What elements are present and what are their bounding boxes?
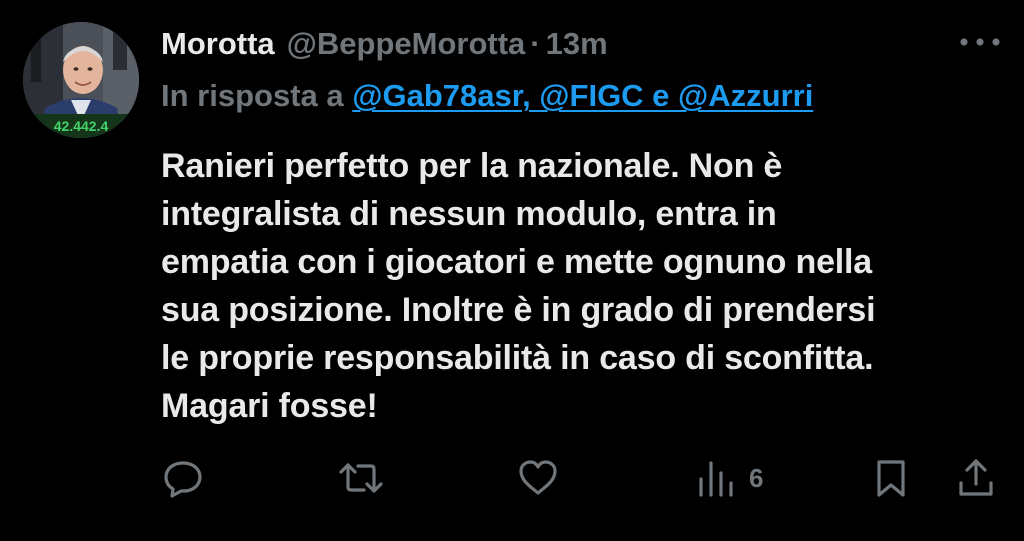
reply-context: In risposta a @Gab78asr, @FIGC e @Azzurr…	[161, 76, 813, 116]
more-dots-icon	[960, 38, 1000, 46]
avatar-caption: 42.442.4	[53, 118, 109, 134]
reply-mentions-link[interactable]: @Gab78asr, @FIGC e @Azzurri	[352, 78, 813, 113]
bookmark-button[interactable]	[873, 452, 909, 504]
tweet-header: Morotta @BeppeMorotta · 13m	[161, 22, 608, 66]
share-button[interactable]	[955, 452, 997, 504]
analytics-icon	[699, 461, 733, 497]
tweet: 42.442.4 Morotta @BeppeMorotta · 13m In …	[0, 0, 1024, 541]
timestamp[interactable]: 13m	[546, 24, 608, 64]
like-button[interactable]	[517, 452, 559, 504]
header-separator: ·	[530, 26, 541, 61]
tweet-text: Ranieri perfetto per la nazionale. Non è…	[161, 147, 876, 425]
views-button[interactable]: 6	[697, 452, 763, 504]
tweet-actions: 6	[0, 452, 1024, 504]
user-handle[interactable]: @BeppeMorotta	[287, 24, 526, 64]
heart-icon	[519, 460, 557, 495]
share-icon	[959, 459, 993, 496]
display-name[interactable]: Morotta	[161, 24, 275, 64]
avatar[interactable]: 42.442.4	[23, 22, 139, 138]
more-button[interactable]	[954, 26, 1006, 58]
retweet-button[interactable]	[338, 452, 384, 504]
reply-button[interactable]	[162, 452, 204, 504]
views-count: 6	[749, 462, 764, 493]
comment-icon	[164, 461, 202, 498]
reply-prefix: In risposta a	[161, 78, 344, 113]
bookmark-icon	[877, 460, 905, 497]
retweet-icon	[339, 463, 383, 493]
